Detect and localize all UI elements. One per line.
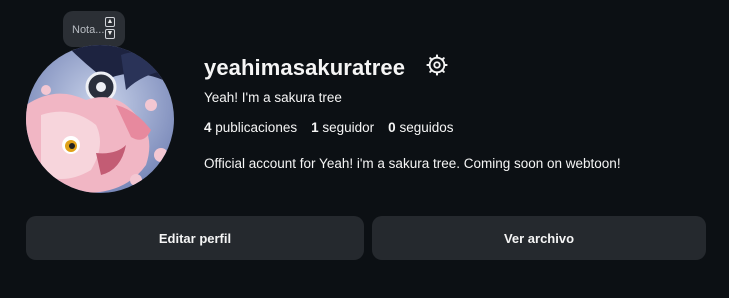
avatar[interactable] [26,45,174,193]
stat-followers[interactable]: 1 seguidor [311,120,374,135]
view-archive-button[interactable]: Ver archivo [372,216,706,260]
avatar-image [26,45,174,193]
following-count: 0 [388,120,396,135]
profile-bio: Official account for Yeah! i'm a sakura … [204,156,621,171]
posts-count: 4 [204,120,212,135]
edit-profile-button[interactable]: Editar perfil [26,216,364,260]
gear-icon[interactable] [426,54,448,76]
stat-posts: 4 publicaciones [204,120,297,135]
posts-label: publicaciones [215,120,298,135]
chevron-up-icon[interactable]: ▲ [105,17,115,27]
profile-username: yeahimasakuratree [204,55,406,80]
profile-stats: 4 publicaciones 1 seguidor 0 seguidos [204,120,454,135]
chevron-down-icon[interactable]: ▼ [105,29,115,39]
profile-full-name: Yeah! I'm a sakura tree [204,90,342,105]
followers-label: seguidor [322,120,375,135]
stat-following[interactable]: 0 seguidos [388,120,453,135]
note-bubble[interactable]: Nota... ▲ ▼ [63,11,125,47]
note-text: Nota... [72,24,105,36]
following-label: seguidos [399,120,454,135]
followers-count: 1 [311,120,319,135]
note-scroll-control[interactable]: ▲ ▼ [105,17,115,41]
